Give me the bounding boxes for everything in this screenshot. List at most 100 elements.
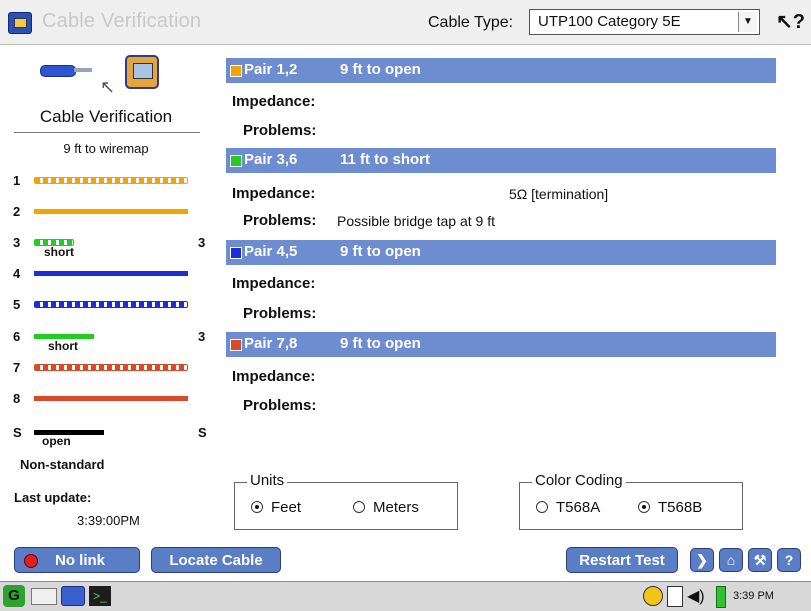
non-standard-note: Non-standard: [20, 457, 105, 472]
radio-icon: [251, 501, 263, 514]
problems-label: Problems:: [243, 212, 317, 229]
radio-label: Feet: [271, 499, 302, 516]
wire-8: [34, 396, 188, 401]
impedance-label: Impedance:: [232, 93, 316, 110]
home-icon[interactable]: ⌂: [719, 548, 743, 572]
pin-number: 1: [13, 173, 21, 188]
wire-4: [34, 271, 188, 276]
pair-status: 9 ft to open: [340, 243, 421, 260]
radio-icon: [536, 501, 548, 514]
pair-status: 9 ft to open: [340, 335, 421, 352]
pair-header: Pair 7,8 9 ft to open: [226, 332, 776, 357]
title-bar: Cable Verification Cable Type: UTP100 Ca…: [0, 0, 811, 45]
pair-color-swatch: [230, 155, 242, 167]
keyboard-icon[interactable]: [31, 588, 57, 605]
wire-5: [34, 301, 188, 308]
pair-name: Pair 4,5: [244, 243, 298, 260]
no-link-button[interactable]: No link: [14, 547, 140, 573]
wire-6-label: short: [48, 339, 78, 353]
radio-label: T568A: [556, 499, 601, 516]
impedance-label: Impedance:: [232, 275, 316, 292]
clock: 3:39 PM: [733, 590, 774, 602]
cable-type-value: UTP100 Category 5E: [538, 13, 681, 30]
question-icon[interactable]: ?: [777, 548, 801, 572]
pin-number: S: [13, 425, 22, 440]
panel-title: Cable Verification: [39, 107, 173, 126]
radio-label: Meters: [373, 499, 419, 516]
wire-shield-label: open: [42, 434, 71, 448]
impedance-label: Impedance:: [232, 185, 316, 202]
wire-7: [34, 364, 188, 371]
pair-color-swatch: [230, 339, 242, 351]
pin-number: 6: [13, 329, 21, 344]
link-status-icon: [24, 554, 38, 568]
units-meters-radio[interactable]: Meters: [353, 499, 419, 516]
battery-icon: [716, 586, 726, 608]
pair-header: Pair 3,6 11 ft to short: [226, 148, 776, 173]
wire-6-end: 3: [198, 329, 206, 344]
wire-shield-end: S: [198, 425, 207, 440]
wire-1: [34, 177, 188, 184]
pair-header: Pair 4,5 9 ft to open: [226, 240, 776, 265]
pair-status: 11 ft to short: [340, 151, 431, 168]
restart-test-button[interactable]: Restart Test: [566, 547, 678, 573]
action-bar: No link Locate Cable Restart Test ❯ ⌂ ⚒ …: [0, 541, 811, 581]
t568a-radio[interactable]: T568A: [536, 499, 600, 516]
cable-type-label: Cable Type:: [428, 14, 514, 31]
last-update-label: Last update:: [14, 490, 92, 505]
pair-name: Pair 1,2: [244, 61, 298, 78]
last-update-time: 3:39:00PM: [77, 513, 140, 528]
wire-2: [34, 209, 188, 214]
app-icon: [8, 12, 32, 34]
wire-3-label: short: [44, 245, 74, 259]
pin-number: 4: [13, 266, 21, 281]
problems-label: Problems:: [243, 397, 317, 414]
divider: [14, 132, 200, 133]
pin-number: 2: [13, 204, 21, 219]
cable-type-select[interactable]: UTP100 Category 5E ▼: [529, 9, 760, 35]
pair-color-swatch: [230, 65, 242, 77]
units-legend: Units: [247, 472, 288, 489]
taskbar: G >_ ◀) 3:39 PM: [0, 581, 811, 611]
pair-name: Pair 7,8: [244, 335, 298, 352]
pin-number: 3: [13, 235, 21, 250]
cable-icon: [40, 59, 94, 81]
pointer-icon: ↖: [100, 77, 116, 97]
window-icon[interactable]: [61, 586, 85, 606]
pair-color-swatch: [230, 247, 242, 259]
pin-number: 5: [13, 297, 21, 312]
units-feet-radio[interactable]: Feet: [251, 499, 301, 516]
speaker-icon[interactable]: ◀): [687, 586, 705, 606]
radio-icon: [353, 501, 365, 514]
tester-device-icon: [125, 55, 159, 89]
pin-number: 7: [13, 360, 21, 375]
impedance-label: Impedance:: [232, 368, 316, 385]
wrench-icon[interactable]: ⚒: [748, 548, 772, 572]
problems-value: Possible bridge tap at 9 ft: [337, 213, 495, 229]
chevron-down-icon[interactable]: ▼: [738, 12, 757, 32]
wire-3-end: 3: [198, 235, 206, 250]
t568b-radio[interactable]: T568B: [638, 499, 702, 516]
arrow-right-icon[interactable]: ❯: [690, 548, 714, 572]
impedance-value: 5Ω [termination]: [509, 186, 609, 202]
window-title: Cable Verification: [42, 10, 202, 32]
problems-label: Problems:: [243, 305, 317, 322]
pair-name: Pair 3,6: [244, 151, 298, 168]
locate-cable-button[interactable]: Locate Cable: [151, 547, 281, 573]
problems-label: Problems:: [243, 122, 317, 139]
wiremap-panel: ↖ Cable Verification 9 ft to wiremap 1 2…: [0, 45, 212, 541]
no-link-label: No link: [55, 552, 106, 569]
network-icon[interactable]: [643, 586, 663, 606]
units-group: Units Feet Meters: [234, 472, 458, 530]
terminal-icon[interactable]: >_: [89, 586, 111, 606]
radio-icon: [638, 501, 650, 514]
radio-label: T568B: [658, 499, 703, 516]
pair-status: 9 ft to open: [340, 61, 421, 78]
wiremap-title: 9 ft to wiremap: [63, 141, 149, 156]
clipboard-icon[interactable]: [667, 586, 683, 607]
pair-header: Pair 1,2 9 ft to open: [226, 58, 776, 83]
help-cursor-icon[interactable]: ↖?: [776, 9, 805, 34]
color-coding-group: Color Coding T568A T568B: [519, 472, 743, 530]
start-menu-icon[interactable]: G: [3, 585, 25, 607]
color-coding-legend: Color Coding: [532, 472, 626, 489]
